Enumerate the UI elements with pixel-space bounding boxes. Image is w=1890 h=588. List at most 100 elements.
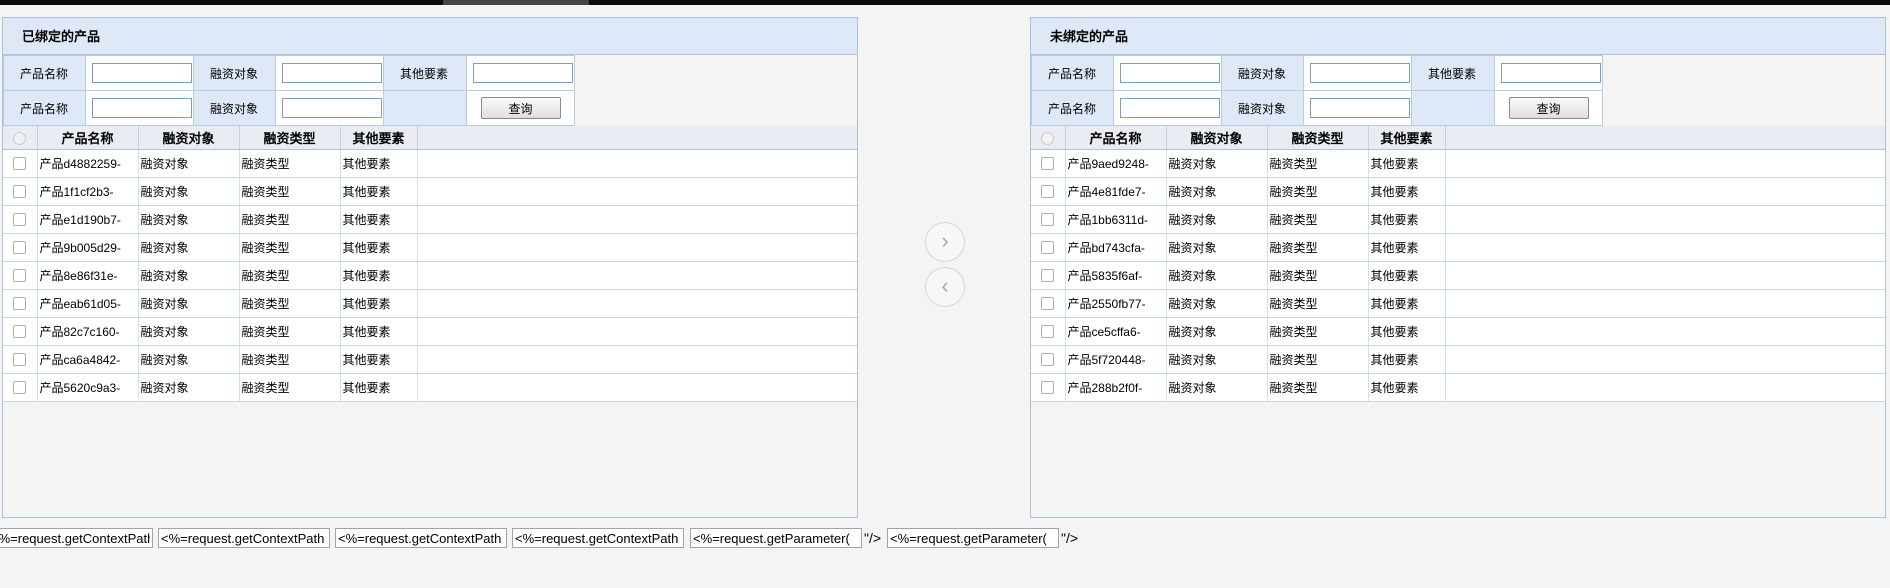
table-row[interactable]: 产品9aed9248- 融资对象 融资类型 其他要素: [1031, 149, 1885, 178]
other-elements-input[interactable]: [1501, 63, 1601, 83]
financing-type-cell: 融资类型: [1267, 261, 1369, 290]
row-checkbox[interactable]: [13, 269, 27, 283]
table-row[interactable]: 产品bd743cfa- 融资对象 融资类型 其他要素: [1031, 233, 1885, 262]
row-checkbox[interactable]: [1041, 241, 1055, 255]
row-checkbox[interactable]: [1041, 185, 1055, 199]
product-name-cell: 产品ca6a4842-: [37, 345, 139, 374]
product-name-input-2[interactable]: [1120, 98, 1220, 118]
financing-type-cell: 融资类型: [1267, 373, 1369, 402]
unbound-products-panel: 未绑定的产品 产品名称 融资对象 其他要素 产品名称 融资对象 查询 产品名称 …: [1030, 17, 1886, 518]
product-name-cell: 产品d4882259-: [37, 149, 139, 178]
panel-title: 未绑定的产品: [1031, 18, 1885, 55]
table-row[interactable]: 产品82c7c160- 融资对象 融资类型 其他要素: [3, 317, 857, 346]
row-checkbox[interactable]: [1041, 325, 1055, 339]
table-row[interactable]: 产品e1d190b7- 融资对象 融资类型 其他要素: [3, 205, 857, 234]
top-scrollbar[interactable]: [0, 0, 1890, 5]
table-row[interactable]: 产品ca6a4842- 融资对象 融资类型 其他要素: [3, 345, 857, 374]
product-name-input-2[interactable]: [92, 98, 192, 118]
context-path-field[interactable]: [512, 528, 684, 548]
row-checkbox[interactable]: [1041, 213, 1055, 227]
other-elements-cell: 其他要素: [1368, 261, 1446, 290]
search-form: 产品名称 融资对象 其他要素 产品名称 融资对象 查询: [1031, 55, 1603, 126]
row-checkbox[interactable]: [1041, 297, 1055, 311]
column-header[interactable]: 融资类型: [239, 126, 341, 150]
column-header[interactable]: 产品名称: [1065, 126, 1167, 150]
financing-type-cell: 融资类型: [1267, 233, 1369, 262]
table-row[interactable]: 产品2550fb77- 融资对象 融资类型 其他要素: [1031, 289, 1885, 318]
hidden-fields-row: "/> "/>: [0, 527, 1078, 549]
product-name-cell: 产品82c7c160-: [37, 317, 139, 346]
table-row[interactable]: 产品8e86f31e- 融资对象 融资类型 其他要素: [3, 261, 857, 290]
financing-type-cell: 融资类型: [239, 345, 341, 374]
column-header[interactable]: 融资类型: [1267, 126, 1369, 150]
financing-object-input-2[interactable]: [1310, 98, 1410, 118]
search-form: 产品名称 融资对象 其他要素 产品名称 融资对象 查询: [3, 55, 575, 126]
table-row[interactable]: 产品4e81fde7- 融资对象 融资类型 其他要素: [1031, 177, 1885, 206]
table-row[interactable]: 产品9b005d29- 融资对象 融资类型 其他要素: [3, 233, 857, 262]
table-row[interactable]: 产品5835f6af- 融资对象 融资类型 其他要素: [1031, 261, 1885, 290]
row-checkbox[interactable]: [13, 213, 27, 227]
product-name-input[interactable]: [92, 63, 192, 83]
table-row[interactable]: 产品eab61d05- 融资对象 融资类型 其他要素: [3, 289, 857, 318]
label-product-name: 产品名称: [1031, 90, 1114, 126]
product-name-cell: 产品9aed9248-: [1065, 149, 1167, 178]
table-row[interactable]: 产品ce5cffa6- 融资对象 融资类型 其他要素: [1031, 317, 1885, 346]
other-elements-input[interactable]: [473, 63, 573, 83]
column-header[interactable]: 产品名称: [37, 126, 139, 150]
row-checkbox[interactable]: [13, 325, 27, 339]
markup-suffix: "/>: [1061, 530, 1079, 546]
financing-type-cell: 融资类型: [239, 205, 341, 234]
parameter-field[interactable]: [887, 528, 1060, 548]
row-checkbox[interactable]: [1041, 269, 1055, 283]
row-checkbox[interactable]: [13, 157, 27, 171]
table-row[interactable]: 产品5f720448- 融资对象 融资类型 其他要素: [1031, 345, 1885, 374]
financing-object-input-2[interactable]: [282, 98, 382, 118]
column-header[interactable]: 融资对象: [138, 126, 240, 150]
row-checkbox[interactable]: [13, 185, 27, 199]
product-name-cell: 产品9b005d29-: [37, 233, 139, 262]
financing-object-input[interactable]: [282, 63, 382, 83]
table-row[interactable]: 产品d4882259- 融资对象 融资类型 其他要素: [3, 149, 857, 178]
table-row[interactable]: 产品288b2f0f- 融资对象 融资类型 其他要素: [1031, 373, 1885, 402]
row-checkbox[interactable]: [1041, 381, 1055, 395]
column-header[interactable]: 其他要素: [340, 126, 418, 150]
table-row[interactable]: 产品1bb6311d- 融资对象 融资类型 其他要素: [1031, 205, 1885, 234]
unbound-products-table: 产品名称 融资对象 融资类型 其他要素 产品9aed9248- 融资对象 融资类型其…: [1031, 126, 1885, 402]
column-header[interactable]: 融资对象: [1166, 126, 1268, 150]
query-button[interactable]: 查询: [480, 97, 561, 119]
select-all-checkbox[interactable]: [1041, 131, 1055, 145]
table-row[interactable]: 产品5620c9a3- 融资对象 融资类型 其他要素: [3, 373, 857, 402]
select-all-checkbox[interactable]: [13, 131, 27, 145]
financing-object-input[interactable]: [1310, 63, 1410, 83]
query-button[interactable]: 查询: [1508, 97, 1589, 119]
financing-type-cell: 融资类型: [1267, 317, 1369, 346]
financing-type-cell: 融资类型: [239, 149, 341, 178]
product-name-input[interactable]: [1120, 63, 1220, 83]
context-path-field[interactable]: [158, 528, 330, 548]
other-elements-cell: 其他要素: [340, 177, 418, 206]
context-path-field[interactable]: [0, 528, 153, 548]
financing-object-cell: 融资对象: [1166, 205, 1268, 234]
table-row[interactable]: 产品1f1cf2b3- 融资对象 融资类型 其他要素: [3, 177, 857, 206]
column-header[interactable]: 其他要素: [1368, 126, 1446, 150]
product-name-cell: 产品8e86f31e-: [37, 261, 139, 290]
other-elements-cell: 其他要素: [1368, 233, 1446, 262]
row-checkbox[interactable]: [1041, 353, 1055, 367]
product-name-cell: 产品eab61d05-: [37, 289, 139, 318]
row-checkbox[interactable]: [13, 297, 27, 311]
parameter-field[interactable]: [690, 528, 862, 548]
row-checkbox[interactable]: [13, 241, 27, 255]
context-path-field[interactable]: [335, 528, 507, 548]
row-checkbox[interactable]: [1041, 157, 1055, 171]
other-elements-cell: 其他要素: [340, 317, 418, 346]
markup-suffix: "/>: [864, 530, 882, 546]
label-product-name: 产品名称: [1031, 55, 1114, 91]
label-financing-object: 融资对象: [193, 55, 276, 91]
row-checkbox[interactable]: [13, 381, 27, 395]
bind-arrow-button[interactable]: ›: [925, 222, 965, 262]
financing-type-cell: 融资类型: [1267, 345, 1369, 374]
unbind-arrow-button[interactable]: ‹: [925, 267, 965, 307]
other-elements-cell: 其他要素: [1368, 317, 1446, 346]
row-checkbox[interactable]: [13, 353, 27, 367]
scrollbar-thumb[interactable]: [443, 0, 589, 5]
